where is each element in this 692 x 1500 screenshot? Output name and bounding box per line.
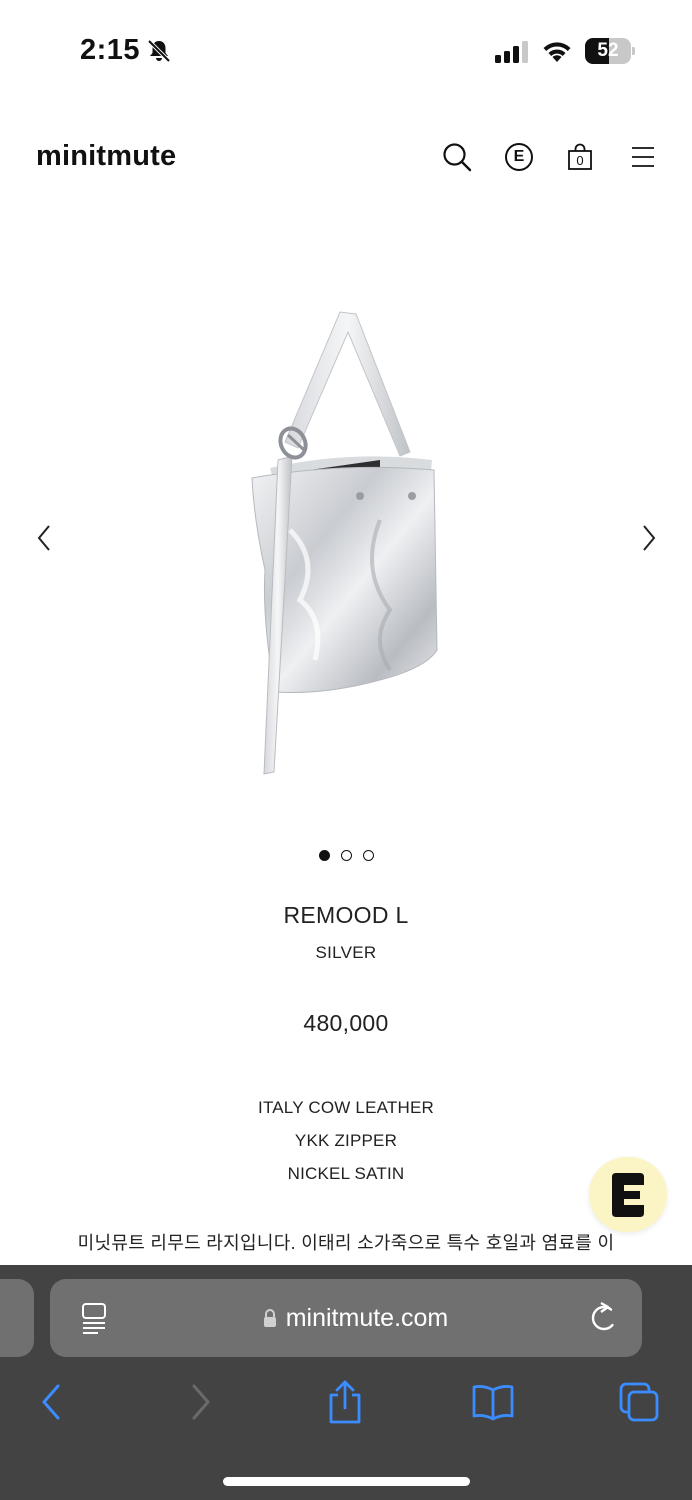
bell-slash-icon — [147, 39, 171, 63]
carousel-dot-2[interactable] — [340, 850, 352, 861]
url-display: minitmute.com — [50, 1279, 642, 1357]
carousel-dots — [0, 850, 692, 861]
carousel-dot-3[interactable] — [362, 850, 374, 861]
forward-button[interactable] — [176, 1377, 226, 1427]
address-bar[interactable]: minitmute.com — [50, 1279, 642, 1357]
home-indicator — [223, 1477, 470, 1486]
previous-tab-peek[interactable] — [0, 1279, 34, 1357]
chevron-right-icon[interactable] — [633, 520, 663, 556]
e-circle-icon: E — [505, 143, 533, 171]
cart-count: 0 — [576, 153, 584, 168]
site-logo[interactable]: minitmute — [36, 140, 176, 173]
product-color: SILVER — [315, 943, 377, 962]
bookmarks-icon — [472, 1385, 514, 1421]
spec-item: ITALY COW LEATHER — [258, 1098, 434, 1117]
forward-icon — [192, 1384, 210, 1420]
browser-toolbar: minitmute.com — [0, 1265, 692, 1500]
share-button[interactable] — [320, 1377, 370, 1427]
site-header: minitmute E 0 — [0, 130, 692, 186]
lock-icon — [263, 1309, 276, 1327]
wifi-icon — [543, 42, 571, 62]
tabs-button[interactable] — [614, 1377, 664, 1427]
battery-indicator: 52 — [585, 38, 635, 64]
back-icon — [42, 1384, 60, 1420]
status-bar: 2:15 52 — [0, 0, 692, 100]
battery-percent: 52 — [597, 40, 619, 61]
search-icon — [443, 143, 472, 172]
status-time: 2:15 — [80, 34, 141, 66]
product-image[interactable] — [230, 300, 460, 790]
spec-item: NICKEL SATIN — [287, 1164, 405, 1183]
menu-button[interactable] — [626, 140, 660, 174]
signal-icon — [495, 41, 528, 63]
share-icon — [329, 1380, 361, 1424]
search-button[interactable] — [440, 140, 474, 174]
chevron-left-icon[interactable] — [30, 520, 60, 556]
carousel-dot-1[interactable] — [318, 850, 330, 861]
url-text: minitmute.com — [285, 1304, 449, 1332]
product-description: 미닛뮤트 리무드 라지입니다. 이태리 소가죽으로 특수 호일과 염료를 이 — [77, 1233, 615, 1253]
e-circle-button[interactable]: E — [502, 140, 536, 174]
product-name: REMOOD L — [283, 902, 409, 928]
tabs-icon — [619, 1382, 659, 1422]
bookmarks-button[interactable] — [468, 1377, 518, 1427]
floating-chat-button[interactable] — [589, 1157, 667, 1232]
product-price: 480,000 — [303, 1010, 389, 1036]
menu-icon — [632, 147, 654, 167]
back-button[interactable] — [26, 1377, 76, 1427]
cart-button[interactable]: 0 — [563, 140, 597, 174]
reload-icon[interactable] — [588, 1301, 620, 1335]
e-logo-icon — [612, 1172, 644, 1217]
shopping-bag-icon: 0 — [567, 143, 593, 171]
spec-item: YKK ZIPPER — [294, 1131, 398, 1150]
